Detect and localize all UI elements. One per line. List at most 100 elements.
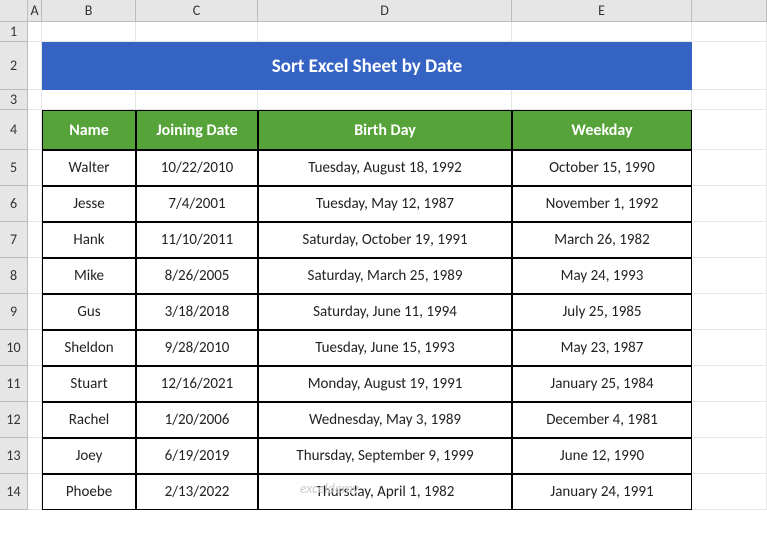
- cell-weekday[interactable]: January 25, 1984: [512, 366, 692, 402]
- cell-name[interactable]: Joey: [42, 438, 136, 474]
- cell-weekday[interactable]: November 1, 1992: [512, 186, 692, 222]
- cell-name[interactable]: Sheldon: [42, 330, 136, 366]
- cell-F5[interactable]: [692, 150, 767, 186]
- cell-B1[interactable]: [42, 22, 136, 42]
- cell-birthday[interactable]: Tuesday, May 12, 1987: [258, 186, 512, 222]
- col-header-E[interactable]: E: [512, 0, 692, 22]
- select-all-corner[interactable]: [0, 0, 28, 22]
- cell-F3[interactable]: [692, 90, 767, 110]
- cell-birthday[interactable]: Wednesday, May 3, 1989: [258, 402, 512, 438]
- cell-A11[interactable]: [28, 366, 42, 402]
- cell-weekday[interactable]: May 24, 1993: [512, 258, 692, 294]
- cell-joining[interactable]: 1/20/2006: [136, 402, 258, 438]
- row-header-2[interactable]: 2: [0, 42, 28, 90]
- cell-joining[interactable]: 7/4/2001: [136, 186, 258, 222]
- row-header-7[interactable]: 7: [0, 222, 28, 258]
- cell-name[interactable]: Stuart: [42, 366, 136, 402]
- cell-birthday[interactable]: Tuesday, August 18, 1992: [258, 150, 512, 186]
- col-header-A[interactable]: A: [28, 0, 42, 22]
- row-header-4[interactable]: 4: [0, 110, 28, 150]
- cell-birthday[interactable]: Saturday, October 19, 1991: [258, 222, 512, 258]
- row-header-13[interactable]: 13: [0, 438, 28, 474]
- cell-name[interactable]: Gus: [42, 294, 136, 330]
- cell-birthday[interactable]: Monday, August 19, 1991: [258, 366, 512, 402]
- row-header-14[interactable]: 14: [0, 474, 28, 510]
- cell-name[interactable]: Rachel: [42, 402, 136, 438]
- cell-weekday[interactable]: June 12, 1990: [512, 438, 692, 474]
- cell-A7[interactable]: [28, 222, 42, 258]
- cell-F14[interactable]: [692, 474, 767, 510]
- cell-name[interactable]: Walter: [42, 150, 136, 186]
- cell-F10[interactable]: [692, 330, 767, 366]
- cell-B3[interactable]: [42, 90, 136, 110]
- header-name[interactable]: Name: [42, 110, 136, 150]
- cell-A1[interactable]: [28, 22, 42, 42]
- cell-D3[interactable]: [258, 90, 512, 110]
- cell-weekday[interactable]: July 25, 1985: [512, 294, 692, 330]
- title-cell[interactable]: Sort Excel Sheet by Date: [42, 42, 692, 90]
- row-header-6[interactable]: 6: [0, 186, 28, 222]
- col-header-B[interactable]: B: [42, 0, 136, 22]
- row-header-10[interactable]: 10: [0, 330, 28, 366]
- row-header-5[interactable]: 5: [0, 150, 28, 186]
- cell-weekday[interactable]: January 24, 1991: [512, 474, 692, 510]
- cell-joining[interactable]: 9/28/2010: [136, 330, 258, 366]
- cell-birthday[interactable]: Saturday, March 25, 1989: [258, 258, 512, 294]
- col-header-D[interactable]: D: [258, 0, 512, 22]
- cell-joining[interactable]: 8/26/2005: [136, 258, 258, 294]
- cell-A5[interactable]: [28, 150, 42, 186]
- cell-joining[interactable]: 3/18/2018: [136, 294, 258, 330]
- cell-A2[interactable]: [28, 42, 42, 90]
- row-header-3[interactable]: 3: [0, 90, 28, 110]
- cell-F13[interactable]: [692, 438, 767, 474]
- cell-A8[interactable]: [28, 258, 42, 294]
- cell-joining[interactable]: 10/22/2010: [136, 150, 258, 186]
- cell-E1[interactable]: [512, 22, 692, 42]
- cell-F11[interactable]: [692, 366, 767, 402]
- cell-A14[interactable]: [28, 474, 42, 510]
- cell-joining[interactable]: 12/16/2021: [136, 366, 258, 402]
- cell-birthday[interactable]: Saturday, June 11, 1994: [258, 294, 512, 330]
- cell-F12[interactable]: [692, 402, 767, 438]
- cell-F1[interactable]: [692, 22, 767, 42]
- cell-A9[interactable]: [28, 294, 42, 330]
- cell-E3[interactable]: [512, 90, 692, 110]
- cell-joining[interactable]: 11/10/2011: [136, 222, 258, 258]
- cell-A4[interactable]: [28, 110, 42, 150]
- row-header-1[interactable]: 1: [0, 22, 28, 42]
- col-header-C[interactable]: C: [136, 0, 258, 22]
- cell-name[interactable]: Jesse: [42, 186, 136, 222]
- cell-birthday[interactable]: Tuesday, June 15, 1993: [258, 330, 512, 366]
- cell-F8[interactable]: [692, 258, 767, 294]
- cell-weekday[interactable]: March 26, 1982: [512, 222, 692, 258]
- cell-weekday[interactable]: December 4, 1981: [512, 402, 692, 438]
- cell-name[interactable]: Hank: [42, 222, 136, 258]
- cell-F7[interactable]: [692, 222, 767, 258]
- cell-weekday[interactable]: May 23, 1987: [512, 330, 692, 366]
- cell-D1[interactable]: [258, 22, 512, 42]
- row-header-9[interactable]: 9: [0, 294, 28, 330]
- row-header-8[interactable]: 8: [0, 258, 28, 294]
- cell-F4[interactable]: [692, 110, 767, 150]
- cell-joining[interactable]: 6/19/2019: [136, 438, 258, 474]
- cell-A13[interactable]: [28, 438, 42, 474]
- header-birthday[interactable]: Birth Day: [258, 110, 512, 150]
- row-header-11[interactable]: 11: [0, 366, 28, 402]
- cell-F2[interactable]: [692, 42, 767, 90]
- cell-C3[interactable]: [136, 90, 258, 110]
- cell-birthday[interactable]: Thursday, April 1, 1982: [258, 474, 512, 510]
- row-header-12[interactable]: 12: [0, 402, 28, 438]
- cell-birthday[interactable]: Thursday, September 9, 1999: [258, 438, 512, 474]
- cell-A6[interactable]: [28, 186, 42, 222]
- header-weekday[interactable]: Weekday: [512, 110, 692, 150]
- header-joining[interactable]: Joining Date: [136, 110, 258, 150]
- cell-weekday[interactable]: October 15, 1990: [512, 150, 692, 186]
- cell-name[interactable]: Phoebe: [42, 474, 136, 510]
- cell-A12[interactable]: [28, 402, 42, 438]
- cell-name[interactable]: Mike: [42, 258, 136, 294]
- col-header-extra[interactable]: [692, 0, 767, 22]
- cell-C1[interactable]: [136, 22, 258, 42]
- cell-A10[interactable]: [28, 330, 42, 366]
- cell-F6[interactable]: [692, 186, 767, 222]
- cell-F9[interactable]: [692, 294, 767, 330]
